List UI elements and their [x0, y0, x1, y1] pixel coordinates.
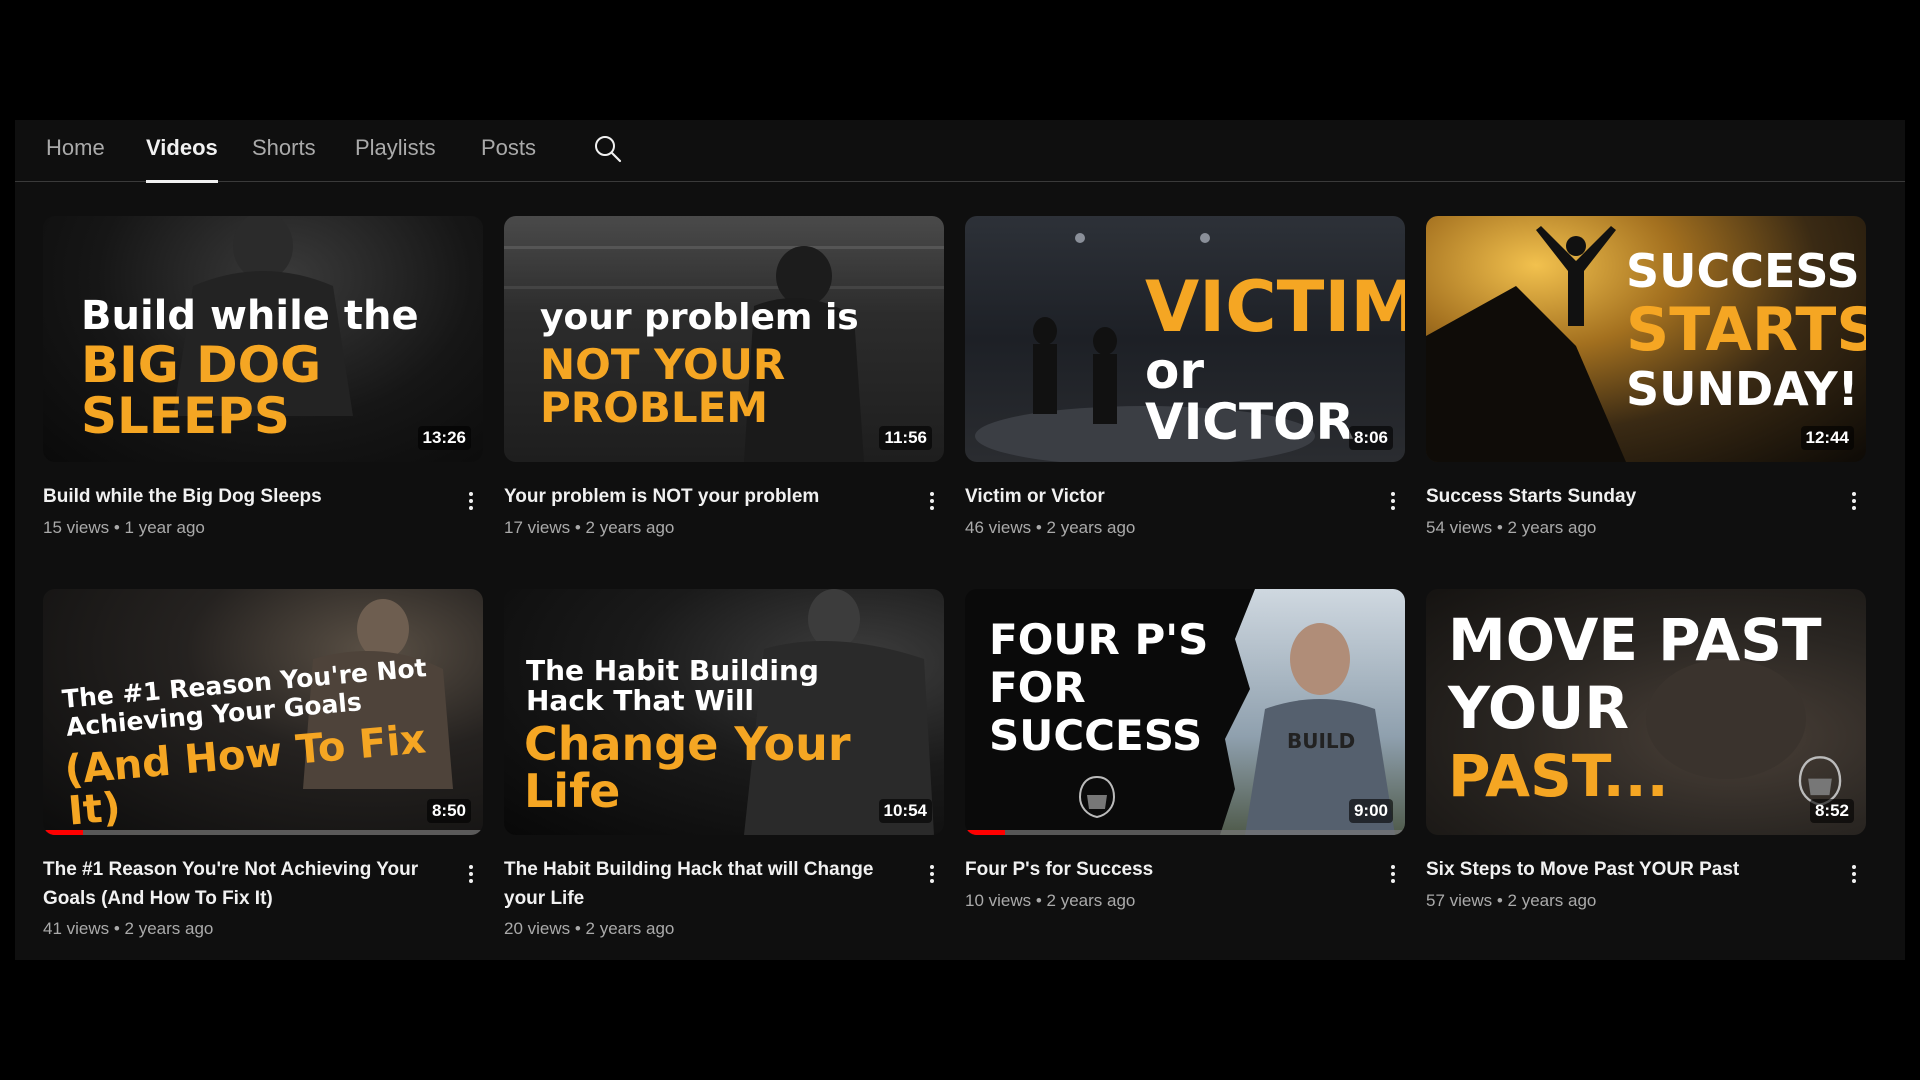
video-thumbnail[interactable]: The #1 Reason You're Not Achieving Your …	[43, 589, 483, 835]
video-title[interactable]: Six Steps to Move Past YOUR Past	[1426, 855, 1806, 884]
duration-badge: 13:26	[417, 426, 471, 450]
video-meta: 57 views • 2 years ago	[1426, 891, 1597, 910]
video-thumbnail[interactable]: your problem is NOT YOUR PROBLEM 11:56	[504, 216, 944, 462]
shirt-text: BUILD	[1287, 729, 1356, 753]
video-title[interactable]: Victim or Victor	[965, 482, 1345, 511]
video-title[interactable]: Build while the Big Dog Sleeps	[43, 482, 423, 511]
video-title[interactable]: Your problem is NOT your problem	[504, 482, 884, 511]
more-options-button[interactable]	[1842, 857, 1866, 891]
thumbnail-text: SUNDAY!	[1626, 362, 1859, 416]
more-options-button[interactable]	[1381, 857, 1405, 891]
vertical-dots-icon	[1391, 865, 1395, 869]
video-card[interactable]: your problem is NOT YOUR PROBLEM 11:56 Y…	[504, 216, 944, 537]
more-options-button[interactable]	[459, 857, 483, 891]
video-meta: 20 views • 2 years ago	[504, 919, 675, 938]
video-meta: 46 views • 2 years ago	[965, 518, 1136, 537]
video-card[interactable]: SUCCESS STARTS SUNDAY! 12:44 Success Sta…	[1426, 216, 1866, 537]
thumbnail-text: SUCCESS	[989, 711, 1203, 760]
thumbnail-text: FOUR P'S	[989, 615, 1209, 664]
more-options-button[interactable]	[920, 484, 944, 518]
thumbnail-text: The Habit Building	[526, 654, 819, 687]
duration-badge: 8:52	[1809, 799, 1854, 823]
video-thumbnail[interactable]: VICTIM or VICTOR 8:06	[965, 216, 1405, 462]
video-meta: 15 views • 1 year ago	[43, 518, 205, 537]
vertical-dots-icon	[930, 492, 934, 496]
thumbnail-text: Hack That Will	[526, 684, 755, 717]
thumbnail-text: YOUR	[1448, 674, 1629, 742]
video-card[interactable]: MOVE PAST YOUR PAST... 8:52 Six Steps to…	[1426, 589, 1866, 949]
video-title[interactable]: The #1 Reason You're Not Achieving Your …	[43, 855, 423, 913]
video-thumbnail[interactable]: The Habit Building Hack That Will Change…	[504, 589, 944, 835]
search-button[interactable]	[593, 134, 623, 164]
video-thumbnail[interactable]: SUCCESS STARTS SUNDAY! 12:44	[1426, 216, 1866, 462]
video-card[interactable]: Build while the BIG DOG SLEEPS 13:26 Bui…	[43, 216, 483, 537]
video-title[interactable]: The Habit Building Hack that will Change…	[504, 855, 884, 913]
thumbnail-text: SUCCESS	[1626, 244, 1860, 298]
tab-videos[interactable]: Videos	[146, 120, 218, 183]
video-card[interactable]: The Habit Building Hack That Will Change…	[504, 589, 944, 949]
video-title[interactable]: Success Starts Sunday	[1426, 482, 1806, 511]
vertical-dots-icon	[930, 865, 934, 869]
channel-tabs: Home Videos Shorts Playlists Posts	[15, 120, 1905, 183]
tab-posts[interactable]: Posts	[481, 120, 536, 182]
search-icon	[595, 136, 622, 163]
vertical-dots-icon	[1852, 865, 1856, 869]
video-card[interactable]: FOUR P'S FOR SUCCESS BUILD 9:00 Four P's…	[965, 589, 1405, 949]
more-options-button[interactable]	[1842, 484, 1866, 518]
thumbnail-text: your problem is	[540, 297, 859, 338]
duration-badge: 12:44	[1800, 426, 1854, 450]
thumbnail-text: PAST...	[1448, 742, 1669, 810]
watch-progress-bar	[965, 830, 1405, 835]
duration-badge: 11:56	[879, 426, 932, 450]
tab-playlists[interactable]: Playlists	[355, 120, 436, 182]
duration-badge: 9:00	[1348, 799, 1393, 823]
duration-badge: 8:06	[1348, 426, 1393, 450]
video-meta: 54 views • 2 years ago	[1426, 518, 1597, 537]
thumbnail-text: Build while the	[81, 293, 419, 339]
thumbnail-text: MOVE PAST	[1448, 606, 1822, 674]
vertical-dots-icon	[1391, 492, 1395, 496]
channel-videos-panel: Home Videos Shorts Playlists Posts Build…	[15, 120, 1905, 960]
helmet-logo-icon	[1078, 775, 1116, 819]
video-thumbnail[interactable]: FOUR P'S FOR SUCCESS BUILD 9:00	[965, 589, 1405, 835]
more-options-button[interactable]	[920, 857, 944, 891]
thumbnail-text: STARTS	[1626, 295, 1866, 365]
tab-shorts[interactable]: Shorts	[252, 120, 316, 182]
duration-badge: 8:50	[426, 799, 471, 823]
video-meta: 10 views • 2 years ago	[965, 891, 1136, 910]
vertical-dots-icon	[469, 492, 473, 496]
watch-progress-fill	[965, 830, 1005, 835]
video-thumbnail[interactable]: MOVE PAST YOUR PAST... 8:52	[1426, 589, 1866, 835]
more-options-button[interactable]	[459, 484, 483, 518]
video-meta: 41 views • 2 years ago	[43, 919, 214, 938]
thumbnail-text: FOR	[989, 663, 1086, 712]
video-meta: 17 views • 2 years ago	[504, 518, 675, 537]
video-thumbnail[interactable]: Build while the BIG DOG SLEEPS 13:26	[43, 216, 483, 462]
vertical-dots-icon	[469, 865, 473, 869]
thumbnail-text: NOT YOUR PROBLEM	[540, 340, 786, 432]
watch-progress-fill	[43, 830, 83, 835]
tab-home[interactable]: Home	[46, 120, 105, 182]
watch-progress-bar	[43, 830, 483, 835]
video-card[interactable]: The #1 Reason You're Not Achieving Your …	[43, 589, 483, 949]
vertical-dots-icon	[1852, 492, 1856, 496]
more-options-button[interactable]	[1381, 484, 1405, 518]
video-card[interactable]: VICTIM or VICTOR 8:06 Victim or Victor 4…	[965, 216, 1405, 537]
duration-badge: 10:54	[878, 799, 932, 823]
thumbnail-text: VICTIM	[1145, 266, 1405, 348]
video-title[interactable]: Four P's for Success	[965, 855, 1345, 884]
